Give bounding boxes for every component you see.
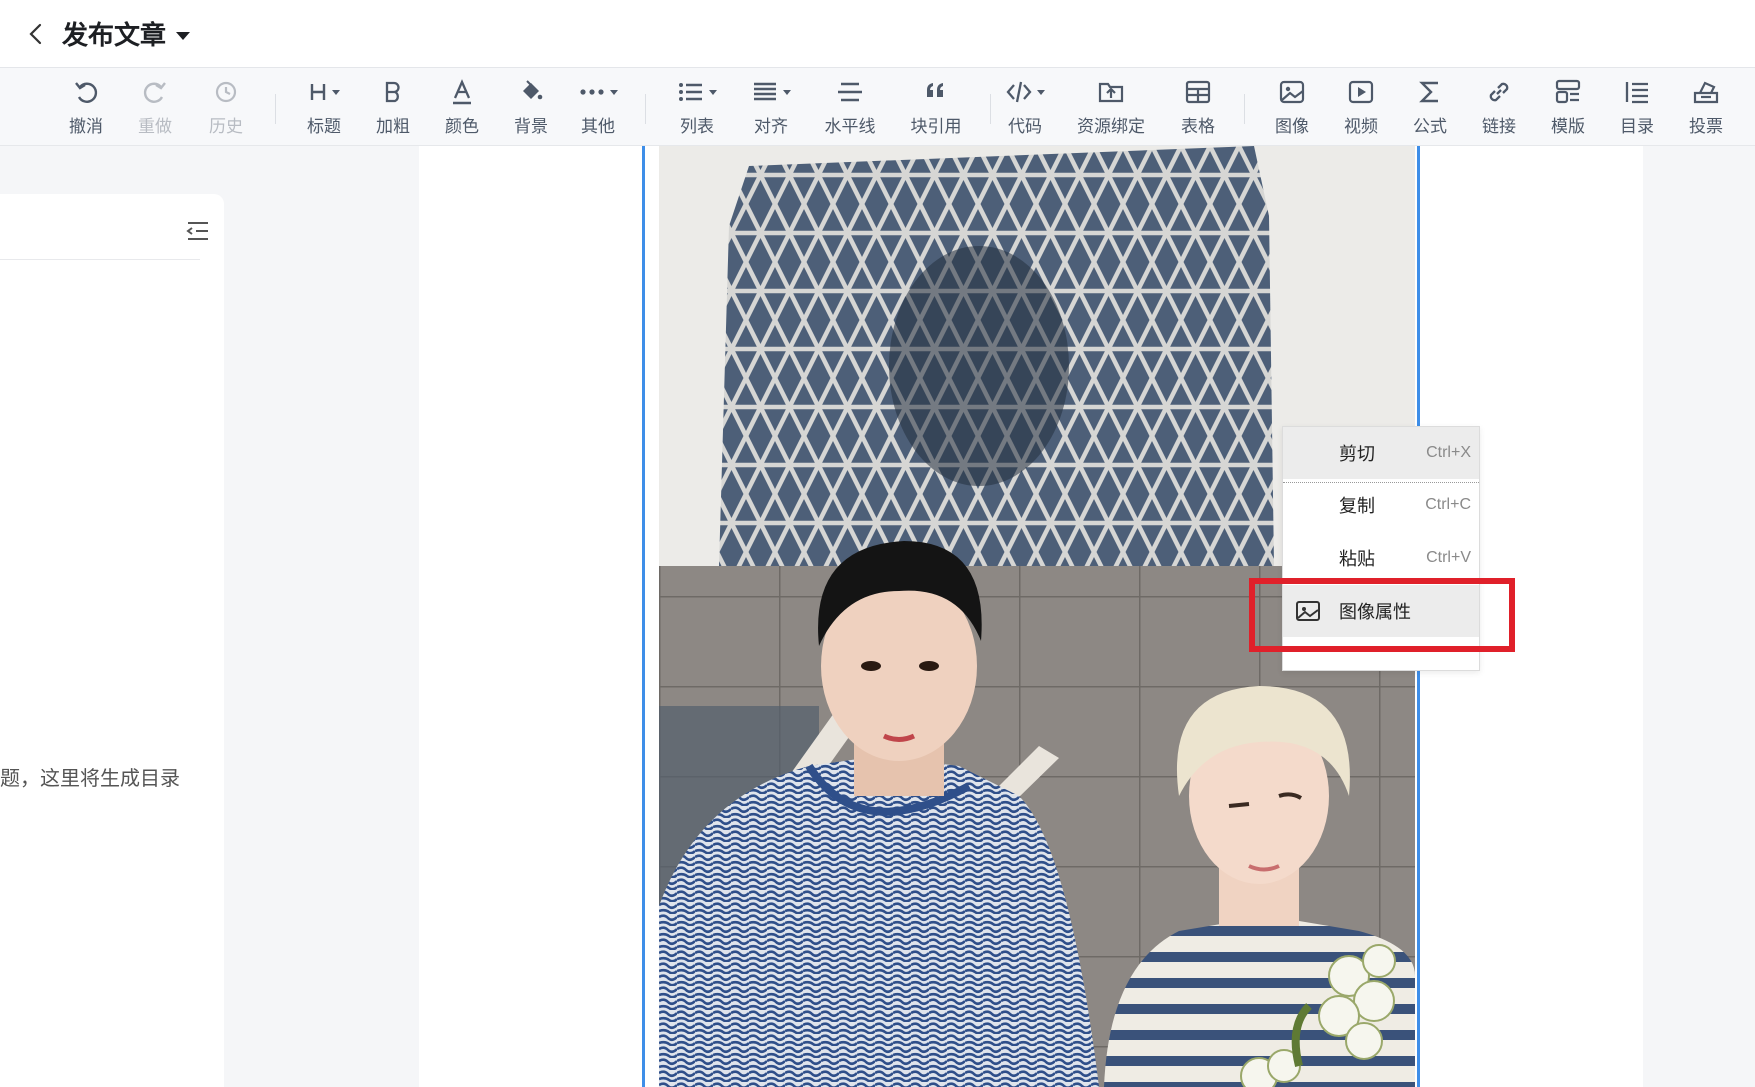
link-label: 链接	[1482, 117, 1516, 137]
list-label: 列表	[680, 117, 714, 137]
formula-button[interactable]: 公式	[1410, 76, 1450, 140]
toolbar-divider	[275, 94, 276, 124]
copy-shortcut: Ctrl+C	[1425, 496, 1471, 513]
list-button[interactable]: 列表	[672, 76, 722, 140]
page-title[interactable]: 发布文章	[62, 15, 166, 52]
heading-button[interactable]: 标题	[304, 76, 344, 140]
toc-panel: 题，这里将生成目录	[0, 194, 224, 1087]
other-button[interactable]: 其他	[573, 76, 623, 140]
bold-icon	[379, 76, 407, 108]
redo-button[interactable]: 重做	[135, 76, 175, 140]
image-icon	[1278, 76, 1306, 108]
paint-bucket-icon	[517, 76, 545, 108]
heading-label: 标题	[307, 117, 341, 137]
toolbar-divider	[990, 94, 991, 124]
image-properties-label: 图像属性	[1339, 602, 1411, 623]
background-button[interactable]: 背景	[511, 76, 551, 140]
undo-button[interactable]: 撤消	[66, 76, 106, 140]
align-button[interactable]: 对齐	[746, 76, 796, 140]
template-icon	[1554, 76, 1582, 108]
top-header: 发布文章	[0, 0, 1755, 68]
redo-icon	[141, 76, 169, 108]
link-button[interactable]: 链接	[1479, 76, 1519, 140]
toc-empty-hint: 题，这里将生成目录	[0, 762, 224, 791]
image-icon	[1296, 601, 1320, 621]
chevron-down-icon[interactable]	[176, 31, 191, 40]
undo-label: 撤消	[69, 117, 103, 137]
code-label: 代码	[1008, 117, 1042, 137]
cut-shortcut: Ctrl+X	[1426, 444, 1471, 461]
toc-empty-text: 题，这里将生成目录	[0, 766, 180, 790]
align-label: 对齐	[754, 117, 788, 137]
sigma-icon	[1416, 76, 1444, 108]
vote-button[interactable]: 投票	[1686, 76, 1726, 140]
horizontal-line-button[interactable]: 水平线	[820, 76, 880, 140]
redo-label: 重做	[138, 117, 172, 137]
history-label: 历史	[209, 117, 243, 137]
toc-header	[0, 194, 208, 260]
align-icon	[751, 76, 791, 108]
color-label: 颜色	[445, 117, 479, 137]
table-label: 表格	[1181, 117, 1215, 137]
template-label: 模版	[1551, 117, 1585, 137]
horizontal-rule-icon	[836, 76, 864, 108]
editor-toolbar: 撤消 重做 历史 标题 加粗 颜色 背景 其他 列表 对齐 水平线 块引用 代码…	[0, 68, 1755, 146]
folder-upload-icon	[1097, 76, 1125, 108]
video-label: 视频	[1344, 117, 1378, 137]
chevron-left-icon	[29, 23, 42, 44]
other-label: 其他	[581, 117, 615, 137]
color-button[interactable]: 颜色	[442, 76, 482, 140]
bold-button[interactable]: 加粗	[373, 76, 413, 140]
font-color-icon	[448, 76, 476, 108]
table-icon	[1184, 76, 1212, 108]
resource-bind-button[interactable]: 资源绑定	[1074, 76, 1148, 140]
video-button[interactable]: 视频	[1341, 76, 1381, 140]
image-label: 图像	[1275, 117, 1309, 137]
history-button[interactable]: 历史	[206, 76, 246, 140]
toc-icon	[1623, 76, 1651, 108]
blockquote-label: 块引用	[910, 117, 962, 137]
undo-icon	[72, 76, 100, 108]
horizontal-line-label: 水平线	[824, 117, 876, 137]
formula-label: 公式	[1413, 117, 1447, 137]
paste-menu-item[interactable]: 粘贴 Ctrl+V	[1283, 532, 1479, 584]
list-icon	[677, 76, 717, 108]
code-button[interactable]: 代码	[1000, 76, 1050, 140]
more-icon	[578, 76, 618, 108]
toolbar-divider	[645, 94, 646, 124]
back-button[interactable]	[16, 14, 56, 54]
collapse-toc-icon[interactable]	[184, 220, 210, 242]
image-properties-menu-item[interactable]: 图像属性	[1283, 585, 1479, 637]
blockquote-button[interactable]: 块引用	[906, 76, 966, 140]
copy-menu-item[interactable]: 复制 Ctrl+C	[1283, 479, 1479, 531]
video-icon	[1347, 76, 1375, 108]
code-icon	[1005, 76, 1045, 108]
toc-button[interactable]: 目录	[1617, 76, 1657, 140]
template-button[interactable]: 模版	[1548, 76, 1588, 140]
history-icon	[212, 76, 240, 108]
cut-menu-item[interactable]: 剪切 Ctrl+X	[1283, 427, 1479, 479]
toc-label: 目录	[1620, 117, 1654, 137]
resource-bind-label: 资源绑定	[1077, 117, 1145, 137]
bold-label: 加粗	[376, 117, 410, 137]
quote-icon	[922, 76, 950, 108]
link-icon	[1485, 76, 1513, 108]
image-button[interactable]: 图像	[1272, 76, 1312, 140]
heading-icon	[308, 76, 340, 108]
paste-label: 粘贴	[1339, 549, 1375, 570]
background-label: 背景	[514, 117, 548, 137]
cut-label: 剪切	[1339, 444, 1375, 465]
vote-label: 投票	[1689, 117, 1723, 137]
toolbar-divider	[1244, 94, 1245, 124]
context-menu: 剪切 Ctrl+X 复制 Ctrl+C 粘贴 Ctrl+V 图像属性	[1282, 426, 1480, 671]
copy-label: 复制	[1339, 496, 1375, 517]
paste-shortcut: Ctrl+V	[1426, 549, 1471, 566]
vote-icon	[1692, 76, 1720, 108]
table-button[interactable]: 表格	[1176, 76, 1220, 140]
